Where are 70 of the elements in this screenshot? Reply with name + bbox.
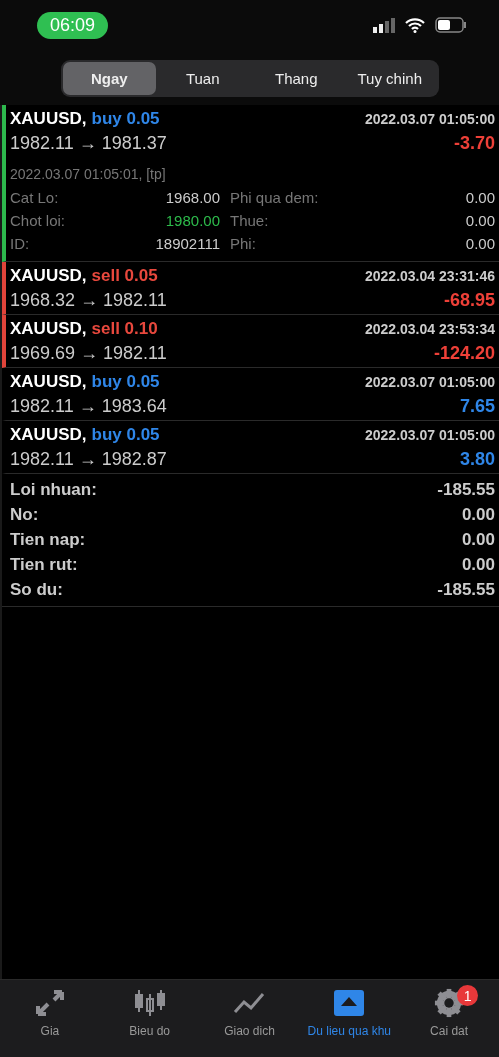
wifi-icon bbox=[405, 17, 425, 33]
profit: 3.80 bbox=[459, 449, 495, 470]
period-tab[interactable]: Tuy chinh bbox=[343, 62, 437, 95]
detail-value: 0.00 bbox=[464, 189, 495, 206]
period-tab[interactable]: Tuan bbox=[156, 62, 250, 95]
open-time: 2022.03.07 01:05:00 bbox=[365, 427, 495, 443]
detail-value: 0.00 bbox=[464, 212, 495, 229]
notification-badge: 1 bbox=[457, 985, 479, 1006]
period-tab[interactable]: Ngay bbox=[62, 62, 156, 95]
trade-volume: sell 0.10 bbox=[91, 319, 158, 338]
detail-value: 1968.00 bbox=[164, 189, 221, 206]
symbol: XAUUSD, bbox=[10, 425, 87, 444]
summary-label: Tien rut: bbox=[10, 555, 78, 575]
detail-label: Thue: bbox=[230, 212, 270, 229]
summary-label: Tien nap: bbox=[10, 530, 86, 550]
summary-value: 0.00 bbox=[461, 530, 495, 550]
nav-tab[interactable]: Gia bbox=[0, 988, 100, 1057]
close-time: 2022.03.07 01:05:01, [tp] bbox=[10, 166, 167, 182]
period-tab[interactable]: Thang bbox=[249, 62, 343, 95]
nav-tab[interactable]: Du lieu qua khu bbox=[299, 988, 400, 1057]
clock: 06:09 bbox=[37, 11, 109, 39]
summary-value: -185.55 bbox=[437, 480, 495, 500]
symbol: XAUUSD, bbox=[10, 319, 87, 338]
profit: -68.95 bbox=[443, 290, 495, 311]
price-change: 1982.11 → 1982.87 bbox=[10, 449, 167, 470]
nav-tab[interactable]: Giao dich bbox=[199, 988, 300, 1057]
open-time: 2022.03.04 23:53:34 bbox=[365, 321, 495, 337]
detail-label: Cat Lo: bbox=[10, 189, 60, 206]
trade-volume: buy 0.05 bbox=[91, 372, 160, 391]
profit: -3.70 bbox=[453, 133, 495, 154]
trade-volume: buy 0.05 bbox=[91, 425, 160, 444]
signal-icon bbox=[373, 17, 395, 33]
price-change: 1969.69 → 1982.11 bbox=[10, 343, 167, 364]
battery-icon bbox=[435, 17, 467, 33]
summary-value: -185.55 bbox=[437, 580, 495, 600]
trade-volume: sell 0.05 bbox=[91, 266, 158, 285]
candlestick-icon bbox=[133, 988, 166, 1018]
summary-label: No: bbox=[10, 505, 39, 525]
detail-value: 0.00 bbox=[464, 235, 495, 252]
detail-value: 18902111 bbox=[154, 235, 221, 252]
detail-value: 1980.00 bbox=[164, 212, 221, 229]
price-change: 1982.11 → 1981.37 bbox=[10, 133, 167, 154]
arrows-icon bbox=[33, 988, 66, 1018]
trade-volume: buy 0.05 bbox=[91, 109, 160, 128]
trade-row[interactable]: XAUUSD, sell 0.10 2022.03.04 23:53:34 1969.69 → 1982.11 -124.20 bbox=[2, 315, 499, 368]
nav-tab[interactable]: Bieu do bbox=[99, 988, 200, 1057]
detail-label: Phi: bbox=[230, 235, 257, 252]
open-time: 2022.03.07 01:05:00 bbox=[365, 374, 495, 390]
summary-value: 0.00 bbox=[461, 555, 495, 575]
profit: -124.20 bbox=[433, 343, 495, 364]
open-time: 2022.03.04 23:31:46 bbox=[365, 268, 495, 284]
open-time: 2022.03.07 01:05:00 bbox=[365, 111, 495, 127]
price-change: 1968.32 → 1982.11 bbox=[10, 290, 167, 311]
profit: 7.65 bbox=[459, 396, 495, 417]
trade-row[interactable]: XAUUSD, buy 0.05 2022.03.07 01:05:00 1982.11 → 1982.87 3.80 bbox=[2, 421, 499, 474]
trade-row[interactable]: XAUUSD, buy 0.05 2022.03.07 01:05:00 1982.11 → 1981.37 -3.70 2022.03.07 01:05:01, [tp] Cat Lo: 1968.00 Phi qua dem: 0.00 Chot loi: 1980.00 Thue: 0.00 ID: 18902111 Phi: 0.00 bbox=[2, 105, 499, 262]
symbol: XAUUSD, bbox=[10, 372, 87, 391]
summary-label: So du: bbox=[10, 580, 63, 600]
symbol: XAUUSD, bbox=[10, 109, 87, 128]
nav-tab[interactable]: Cai dat 1 bbox=[399, 988, 499, 1057]
detail-label: ID: bbox=[10, 235, 31, 252]
symbol: XAUUSD, bbox=[10, 266, 87, 285]
summary-value: 0.00 bbox=[461, 505, 495, 525]
trade-row[interactable]: XAUUSD, sell 0.05 2022.03.04 23:31:46 1968.32 → 1982.11 -68.95 bbox=[2, 262, 499, 315]
trade-row[interactable]: XAUUSD, buy 0.05 2022.03.07 01:05:00 1982.11 → 1983.64 7.65 bbox=[2, 368, 499, 421]
price-change: 1982.11 → 1983.64 bbox=[10, 396, 167, 417]
summary-label: Loi nhuan: bbox=[10, 480, 97, 500]
detail-label: Chot loi: bbox=[10, 212, 67, 229]
inbox-icon bbox=[333, 988, 366, 1018]
detail-label: Phi qua dem: bbox=[230, 189, 320, 206]
